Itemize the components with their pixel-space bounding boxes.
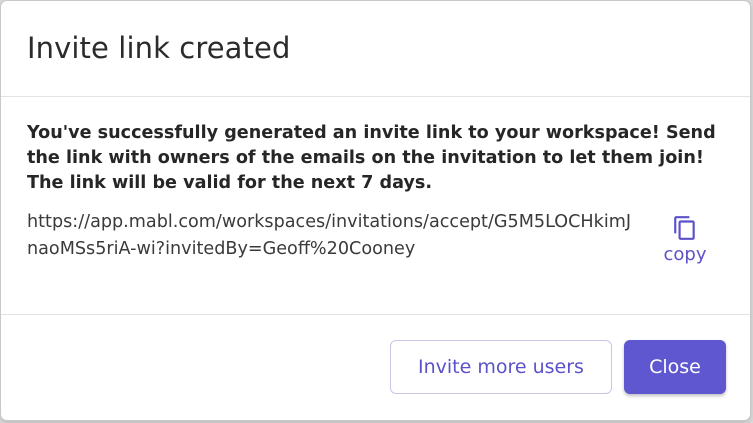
copy-icon [674,216,695,240]
dialog-header: Invite link created [1,1,750,97]
close-button[interactable]: Close [624,340,726,394]
invite-link-row: https://app.mabl.com/workspaces/invitati… [27,209,724,275]
dialog-body: You've successfully generated an invite … [1,97,750,315]
invite-link-dialog: Invite link created You've successfully … [1,1,750,420]
copy-link-button[interactable]: copy [659,214,711,265]
dialog-footer: Invite more users Close [1,315,750,420]
success-message: You've successfully generated an invite … [27,123,716,193]
invite-more-users-button[interactable]: Invite more users [390,340,612,394]
dialog-title: Invite link created [27,31,291,65]
copy-label: copy [663,244,707,265]
invite-link-text[interactable]: https://app.mabl.com/workspaces/invitati… [27,209,637,263]
